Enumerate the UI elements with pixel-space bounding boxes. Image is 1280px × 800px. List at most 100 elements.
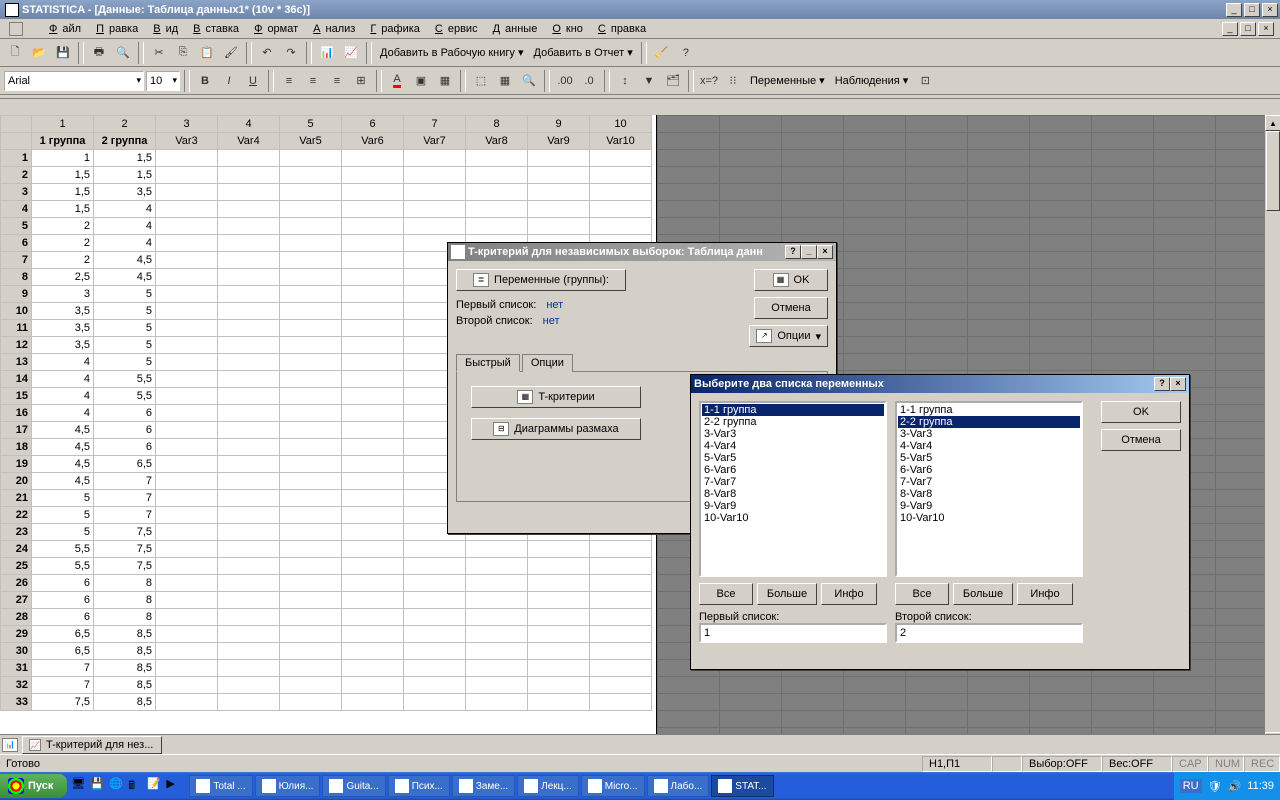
task-button[interactable]: Лекц... [517, 775, 579, 797]
list-item[interactable]: 6-Var6 [898, 464, 1080, 476]
tab-quick[interactable]: Быстрый [456, 354, 520, 372]
list-item[interactable]: 5-Var5 [702, 452, 884, 464]
ql-save-icon[interactable]: 💾 [90, 777, 108, 795]
ql-calc-icon[interactable]: 🖩 [128, 777, 146, 795]
task-button[interactable]: Юлия... [255, 775, 321, 797]
tray-icon2[interactable]: 🔊 [1228, 780, 1242, 793]
list-item[interactable]: 10-Var10 [702, 512, 884, 524]
misc1-icon[interactable]: x=? [698, 70, 720, 92]
align-left-icon[interactable]: ≡ [278, 70, 300, 92]
task-button[interactable]: Лабо... [647, 775, 710, 797]
dialog-help-button[interactable]: ? [785, 245, 801, 259]
list-item[interactable]: 2-2 группа [898, 416, 1080, 428]
help-icon[interactable]: ? [675, 42, 697, 64]
mdi-minimize-button[interactable]: _ [1222, 22, 1238, 36]
list1-all-button[interactable]: Все [699, 583, 753, 605]
task-button[interactable]: Guita... [322, 775, 385, 797]
redo-icon[interactable]: ↷ [280, 42, 302, 64]
decimal-inc-icon[interactable]: .00 [554, 70, 576, 92]
menu-файл[interactable]: Файл [39, 22, 86, 36]
close-button[interactable]: × [1262, 3, 1278, 17]
list-item[interactable]: 6-Var6 [702, 464, 884, 476]
menu-формат[interactable]: Формат [244, 22, 303, 36]
decimal-dec-icon[interactable]: .0 [578, 70, 600, 92]
list2-all-button[interactable]: Все [895, 583, 949, 605]
copy-icon[interactable]: ⎘ [172, 42, 194, 64]
font-select[interactable]: Arial [4, 71, 144, 91]
options-button[interactable]: ↗Опции ▾ [749, 325, 828, 347]
ok-button[interactable]: ▦OK [754, 269, 828, 291]
mdi-maximize-button[interactable]: □ [1240, 22, 1256, 36]
dialog2-ok-button[interactable]: OK [1101, 401, 1181, 423]
list-item[interactable]: 1-1 группа [898, 404, 1080, 416]
ql-media-icon[interactable]: ▶ [166, 777, 184, 795]
list-item[interactable]: 5-Var5 [898, 452, 1080, 464]
eraser-icon[interactable]: 🧹 [651, 42, 673, 64]
ql-ie-icon[interactable]: 🌐 [109, 777, 127, 795]
add-workbook-button[interactable]: Добавить в Рабочую книгу ▾ [376, 46, 528, 59]
dialog2-close-button[interactable]: × [1170, 377, 1186, 391]
variables-menu[interactable]: Переменные ▾ [746, 74, 829, 87]
task-button[interactable]: STAT... [711, 775, 773, 797]
list-item[interactable]: 9-Var9 [898, 500, 1080, 512]
grid-icon[interactable]: ▦ [494, 70, 516, 92]
menu-справка[interactable]: Справка [588, 22, 651, 36]
open-icon[interactable]: 📂 [28, 42, 50, 64]
misc2-icon[interactable]: ⁝⁝ [722, 70, 744, 92]
menu-окно[interactable]: Окно [542, 22, 588, 36]
filter-icon[interactable]: ▼ [638, 70, 660, 92]
italic-icon[interactable]: I [218, 70, 240, 92]
menu-правка[interactable]: Правка [86, 22, 143, 36]
bold-icon[interactable]: B [194, 70, 216, 92]
list-item[interactable]: 1-1 группа [702, 404, 884, 416]
task-button[interactable]: Заме... [452, 775, 515, 797]
border-icon[interactable]: ▦ [434, 70, 456, 92]
align-right-icon[interactable]: ≡ [326, 70, 348, 92]
boxplot-button[interactable]: ⊟ Диаграммы размаха [471, 418, 641, 440]
lang-indicator[interactable]: RU [1180, 779, 1202, 793]
list2-more-button[interactable]: Больше [953, 583, 1013, 605]
chart-icon[interactable]: 📈 [340, 42, 362, 64]
task-button[interactable]: Псих... [388, 775, 450, 797]
list-item[interactable]: 10-Var10 [898, 512, 1080, 524]
menu-графика[interactable]: Графика [360, 22, 425, 36]
menu-сервис[interactable]: Сервис [425, 22, 483, 36]
dialog2-cancel-button[interactable]: Отмена [1101, 429, 1181, 451]
task-button[interactable]: Total ... [189, 775, 252, 797]
list-item[interactable]: 4-Var4 [702, 440, 884, 452]
list2-info-button[interactable]: Инфо [1017, 583, 1073, 605]
cut-icon[interactable]: ✂ [148, 42, 170, 64]
mdi-tab[interactable]: 📈 T-критерий для нез... [22, 736, 162, 754]
start-button[interactable]: Пуск [0, 774, 67, 798]
dialog2-help-button[interactable]: ? [1154, 377, 1170, 391]
tray-icon[interactable]: 🛡 [1208, 780, 1222, 793]
ql-desktop-icon[interactable]: 🖥 [71, 777, 89, 795]
var-list-1[interactable]: 1-1 группа2-2 группа3-Var34-Var45-Var56-… [699, 401, 887, 577]
menu-данные[interactable]: Данные [483, 22, 543, 36]
calc-icon[interactable]: 📊 [316, 42, 338, 64]
list-item[interactable]: 7-Var7 [702, 476, 884, 488]
mdi-close-button[interactable]: × [1258, 22, 1274, 36]
undo-icon[interactable]: ↶ [256, 42, 278, 64]
extra-icon[interactable]: ⊡ [914, 70, 936, 92]
underline-icon[interactable]: U [242, 70, 264, 92]
tab-options[interactable]: Опции [522, 354, 573, 372]
fontcolor-icon[interactable]: A [386, 70, 408, 92]
align-center-icon[interactable]: ≡ [302, 70, 324, 92]
list-item[interactable]: 7-Var7 [898, 476, 1080, 488]
tcriteria-button[interactable]: ▦ T-критерии [471, 386, 641, 408]
print-icon[interactable]: 🖶 [88, 42, 110, 64]
list1-more-button[interactable]: Больше [757, 583, 817, 605]
observations-menu[interactable]: Наблюдения ▾ [831, 74, 913, 87]
list-item[interactable]: 3-Var3 [898, 428, 1080, 440]
zoom-icon[interactable]: 🔍 [518, 70, 540, 92]
variables-button[interactable]: ≣ Переменные (группы): [456, 269, 626, 291]
cancel-button[interactable]: Отмена [754, 297, 828, 319]
first-list-input[interactable] [699, 623, 887, 643]
brush-icon[interactable]: 🖌 [220, 42, 242, 64]
fillcolor-icon[interactable]: ▣ [410, 70, 432, 92]
minimize-button[interactable]: _ [1226, 3, 1242, 17]
list1-info-button[interactable]: Инфо [821, 583, 877, 605]
menu-вид[interactable]: Вид [143, 22, 183, 36]
ql-notes-icon[interactable]: 📝 [147, 777, 165, 795]
